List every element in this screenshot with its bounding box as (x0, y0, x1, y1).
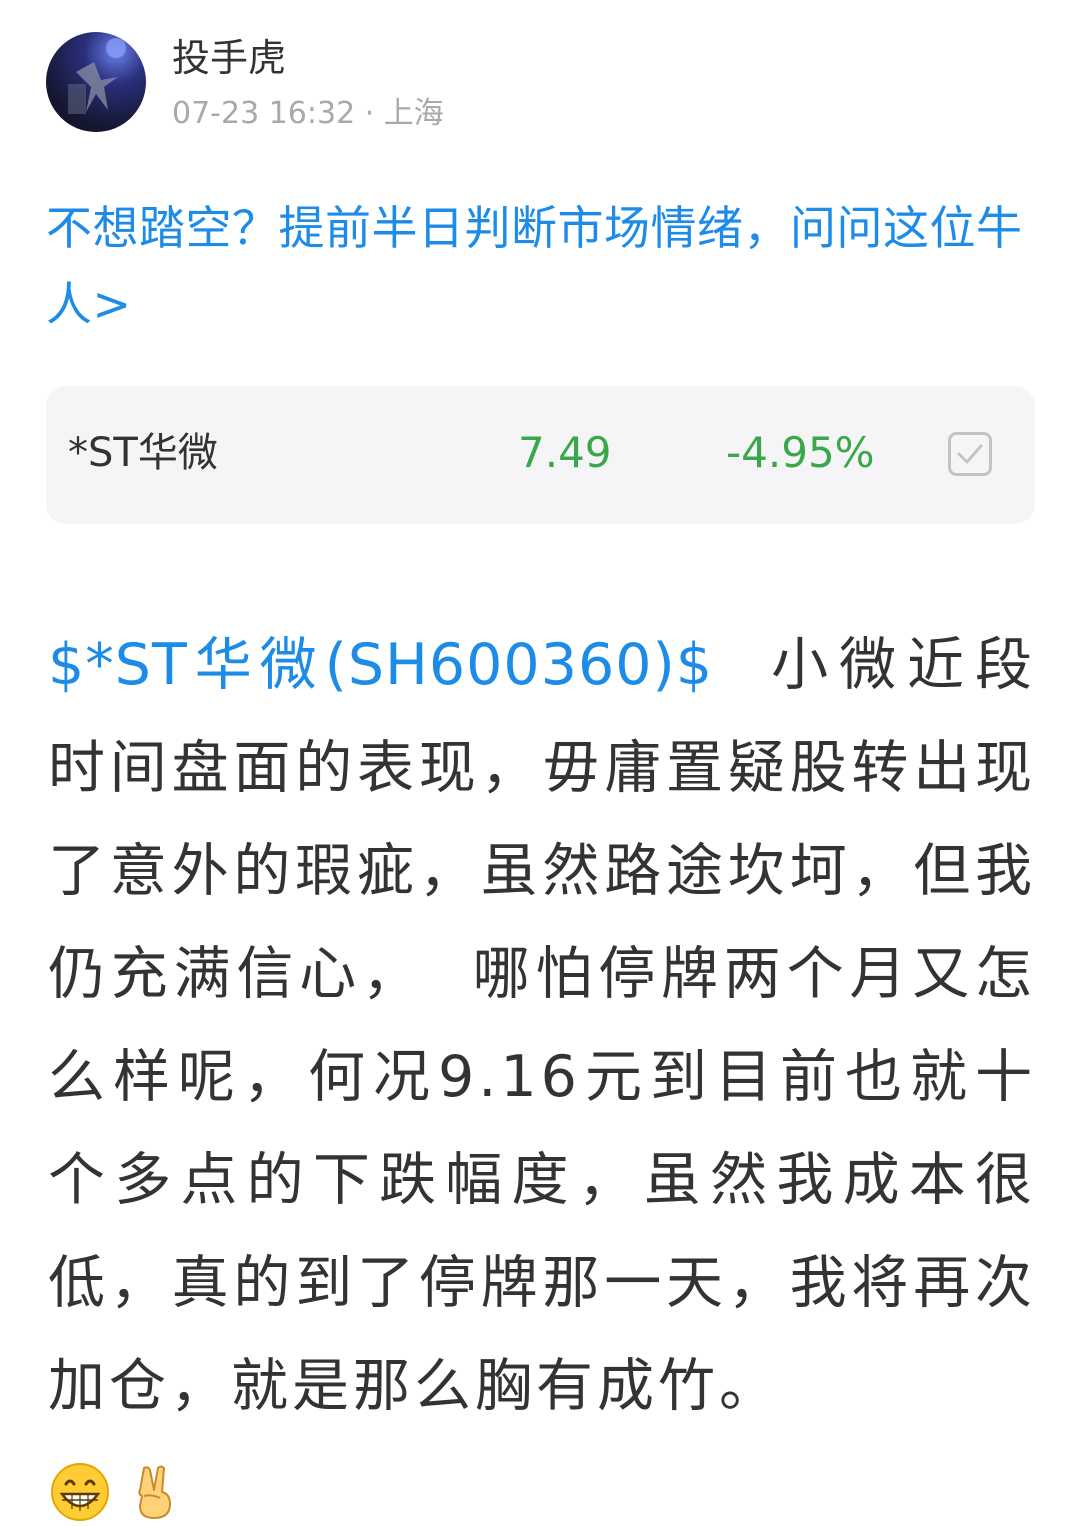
stock-card[interactable]: *ST华微 7.49 -4.95% (46, 386, 1035, 524)
post-text: 小微近段时间盘面的表现，毋庸置疑股转出现了意外的瑕疵，虽然路途坎坷，但我仍充满信… (48, 632, 1036, 1419)
post-body: $*ST华微(SH600360)$ 小微近段时间盘面的表现，毋庸置疑股转出现了意… (48, 614, 1036, 1438)
avatar[interactable] (46, 32, 146, 132)
stock-change: -4.95% (726, 428, 875, 477)
post-header: 投手虎 07-23 16:32 · 上海 (46, 32, 1036, 136)
add-watchlist-checkbox-icon[interactable] (948, 432, 992, 476)
grinning-face-icon (50, 1462, 110, 1522)
avatar-image (68, 38, 126, 114)
stock-name: *ST华微 (68, 430, 218, 476)
promo-link[interactable]: 不想踏空？提前半日判断市场情绪，问问这位牛人> (46, 190, 1038, 342)
author-name[interactable]: 投手虎 (172, 34, 286, 82)
emoji-row (50, 1462, 190, 1526)
stock-tag-link[interactable]: $*ST华微(SH600360)$ (48, 632, 713, 698)
victory-hand-icon (124, 1462, 184, 1522)
stock-price: 7.49 (518, 428, 612, 477)
post-meta: 07-23 16:32 · 上海 (172, 96, 444, 131)
